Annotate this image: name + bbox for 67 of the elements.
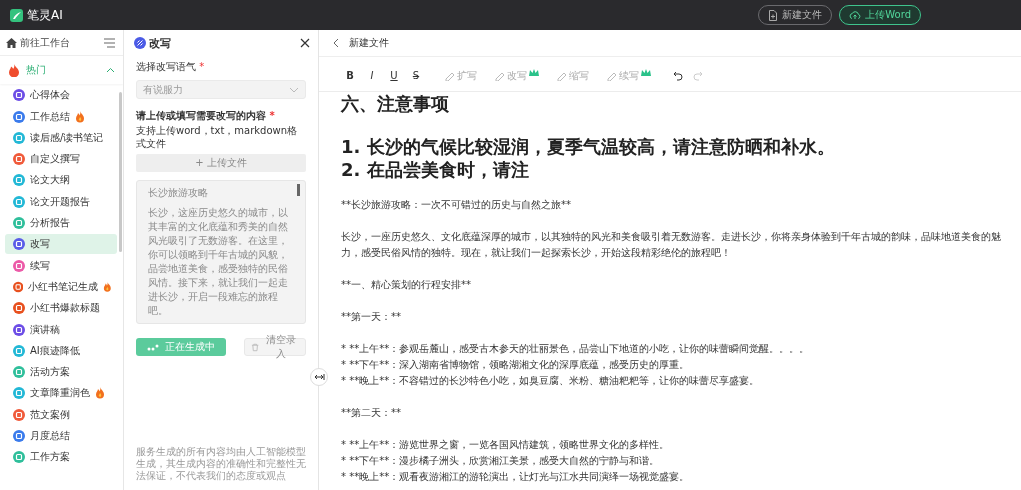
document-paragraph: **长沙旅游攻略：一次不可错过的历史与自然之旅** bbox=[341, 198, 572, 212]
document-heading: 六、注意事项 bbox=[341, 92, 450, 115]
sidebar-item[interactable]: 活动方案 bbox=[5, 362, 117, 383]
pen-icon bbox=[607, 70, 617, 81]
document-paragraph: * **下午**：漫步橘子洲头，欣赏湘江美景，感受大自然的宁静与和谐。 bbox=[341, 454, 661, 468]
undo-icon[interactable] bbox=[673, 70, 683, 81]
app-name: 笔灵AI bbox=[27, 6, 63, 24]
loading-icon bbox=[147, 343, 159, 351]
group-label: 热门 bbox=[26, 63, 47, 77]
pen-icon bbox=[557, 70, 567, 81]
sidebar-item[interactable]: 小红书爆款标题 bbox=[5, 298, 117, 319]
pen-icon bbox=[495, 70, 505, 81]
back-icon[interactable] bbox=[333, 38, 339, 48]
sidebar-item[interactable]: 读后感/读书笔记 bbox=[5, 127, 117, 148]
resize-icon bbox=[313, 373, 325, 381]
rewrite-icon bbox=[134, 37, 146, 49]
document-paragraph: **一、精心策划的行程安排** bbox=[341, 278, 472, 292]
document-paragraph: **第二天：** bbox=[341, 406, 402, 420]
sidebar-item[interactable]: 自定义撰写 bbox=[5, 149, 117, 170]
collapse-icon[interactable] bbox=[106, 67, 115, 73]
document-paragraph: * **晚上**：观看夜游湘江的游轮演出，让灯光与江水共同演绎一场视觉盛宴。 bbox=[341, 470, 691, 484]
field-label: 请上传或填写需要改写的内容 bbox=[136, 110, 266, 121]
cloud-upload-icon bbox=[849, 10, 862, 20]
required-mark: * bbox=[269, 110, 275, 121]
resize-handle[interactable] bbox=[310, 368, 328, 386]
file-title: 新建文件 bbox=[349, 36, 389, 50]
sidebar-item[interactable]: 文章降重润色 bbox=[5, 383, 117, 404]
document-heading: 2. 在品尝美食时，请注 bbox=[341, 158, 530, 181]
panel-title: 改写 bbox=[149, 35, 172, 51]
chevron-down-icon bbox=[289, 86, 299, 93]
workbench-link[interactable]: 前往工作台 bbox=[20, 35, 101, 50]
sidebar-item[interactable]: 小红书笔记生成 bbox=[5, 276, 117, 297]
sidebar-item[interactable]: 续写 bbox=[5, 255, 117, 276]
document-paragraph: * **晚上**：不容错过的长沙特色小吃，如臭豆腐、米粉、糖油粑粑等，让你的味蕾尽享盛宴。 bbox=[341, 374, 761, 388]
pen-icon bbox=[445, 70, 455, 81]
add-file-icon bbox=[768, 9, 779, 21]
logo-icon bbox=[10, 8, 23, 22]
document-paragraph: **第一天：** bbox=[341, 310, 402, 324]
bold-button[interactable]: B bbox=[339, 70, 361, 81]
sidebar-item[interactable]: 分析报告 bbox=[5, 213, 117, 234]
document-heading: 1. 长沙的气候比较湿润，夏季气温较高，请注意防晒和补水。 bbox=[341, 135, 836, 158]
document-paragraph: * **下午**：深入湖南省博物馆，领略湖湘文化的深厚底蕴，感受历史的厚重。 bbox=[341, 358, 691, 372]
disclaimer-text: 服务生成的所有内容均由人工智能模型生成，其生成内容的准确性和完整性无法保证，不代表我们的态度或观点 bbox=[136, 446, 306, 482]
sidebar-item[interactable]: AI痕迹降低 bbox=[5, 340, 117, 361]
italic-button[interactable]: I bbox=[361, 70, 383, 81]
sidebar-item[interactable]: 工作总结 bbox=[5, 106, 117, 127]
sidebar-item[interactable]: 演讲稿 bbox=[5, 319, 117, 340]
close-icon[interactable] bbox=[300, 38, 310, 48]
sidebar-item[interactable]: 心得体会 bbox=[5, 85, 117, 106]
trash-icon bbox=[251, 342, 260, 352]
document-paragraph: * **上午**：参观岳麓山，感受古木参天的壮丽景色，品尝山下地道的小吃，让你的味蕾瞬间觉醒。。。。 bbox=[341, 342, 811, 356]
underline-button[interactable]: U bbox=[383, 70, 405, 81]
strike-button[interactable]: S bbox=[405, 70, 427, 81]
document-paragraph: 长沙，一座历史悠久、文化底蕴深厚的城市，以其独特的风光和美食吸引着无数游客。走进长沙，你将亲身体验到千年古城的韵味，品味地道美食的魅力，感受民俗风情的独特。现在，就让我们一起探索长沙，开始这段精彩绝伦的旅程吧！ bbox=[341, 230, 1002, 260]
hint-text: 支持上传word，txt，markdown格式文件 bbox=[136, 124, 299, 150]
sidebar-item[interactable]: 工作方案 bbox=[5, 447, 117, 468]
sidebar-item[interactable]: 论文开题报告 bbox=[5, 191, 117, 212]
home-icon bbox=[6, 37, 17, 48]
flame-icon bbox=[8, 63, 20, 77]
sidebar-item[interactable]: 改写 bbox=[5, 234, 117, 255]
sidebar-item[interactable]: 范文案例 bbox=[5, 404, 117, 425]
field-label: 选择改写语气 bbox=[136, 61, 196, 72]
sidebar-item[interactable]: 月度总结 bbox=[5, 426, 117, 447]
required-mark: * bbox=[199, 61, 205, 72]
upload-word-button[interactable]: 上传Word bbox=[839, 5, 921, 25]
document-paragraph: * **上午**：游览世界之窗，一览各国风情建筑，领略世界文化的多样性。 bbox=[341, 438, 671, 452]
sidebar-item[interactable]: 论文大纲 bbox=[5, 170, 117, 191]
